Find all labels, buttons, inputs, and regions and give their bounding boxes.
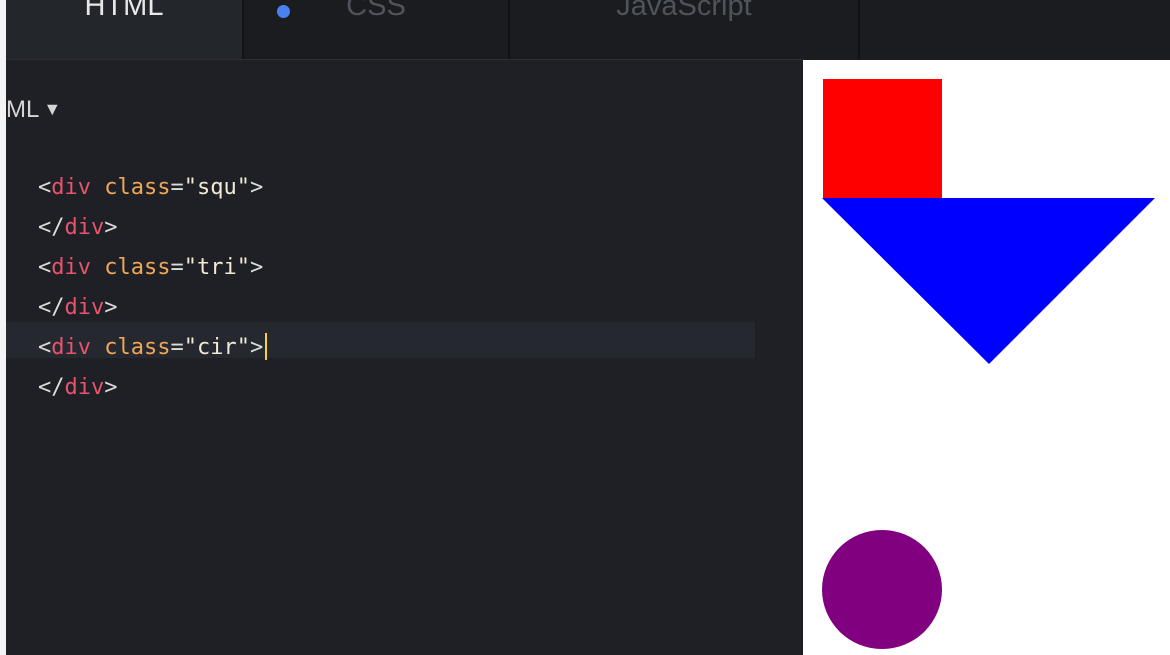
code-punctuation: > [249, 175, 264, 200]
code-line[interactable]: </div> [38, 288, 267, 328]
code-attribute-name: class [104, 255, 171, 280]
preview-circle [822, 530, 942, 649]
panel-title: ML [6, 96, 40, 123]
text-cursor [265, 333, 268, 360]
code-punctuation: > [249, 255, 264, 280]
code-line[interactable]: </div> [38, 208, 267, 248]
code-tag-name: div [51, 255, 91, 280]
code-line[interactable]: </div> [38, 368, 267, 408]
code-punctuation: < [38, 175, 52, 200]
code-tag-name: div [51, 175, 91, 200]
code-punctuation: > [104, 295, 118, 320]
preview-triangle [822, 198, 1155, 364]
code-equals: = [170, 175, 184, 200]
preview-square [823, 79, 942, 198]
code-attribute-value: "tri" [183, 255, 250, 280]
code-tag-name: div [64, 375, 105, 400]
code-punctuation: < [38, 255, 52, 280]
code-punctuation: </ [38, 215, 65, 240]
tab-bar: HTML CSS JavaScript [6, 0, 1170, 60]
code-punctuation: </ [38, 375, 65, 400]
render-preview [803, 60, 1170, 655]
code-punctuation: > [104, 215, 118, 240]
code-equals: = [170, 255, 184, 280]
tab-css[interactable]: CSS [244, 0, 510, 59]
code-attribute-value: "squ" [183, 175, 250, 200]
code-line[interactable]: <div class="squ"> [38, 168, 267, 208]
code-punctuation: > [104, 375, 118, 400]
tab-html-label: HTML [84, 0, 164, 22]
code-punctuation: </ [38, 295, 65, 320]
code-punctuation: > [249, 335, 264, 360]
code-editor-app: HTML CSS JavaScript ML ▼ <div class="squ"… [0, 0, 1170, 655]
tab-html[interactable]: HTML [6, 0, 244, 59]
code-line[interactable]: <div class="cir"> [38, 328, 268, 368]
code-line[interactable]: <div class="tri"> [38, 248, 267, 288]
panel-header[interactable]: ML ▼ [6, 94, 61, 124]
code-lines[interactable]: <div class="squ"> </div> <div class="tri">… [38, 168, 268, 408]
code-punctuation: < [38, 335, 52, 360]
tab-css-label: CSS [346, 0, 406, 22]
code-attribute-name: class [104, 335, 171, 360]
code-attribute-name: class [104, 175, 171, 200]
tab-javascript[interactable]: JavaScript [510, 0, 860, 59]
code-tag-name: div [51, 335, 91, 360]
caret-down-icon[interactable]: ▼ [43, 94, 61, 124]
code-tag-name: div [64, 215, 105, 240]
code-equals: = [170, 335, 184, 360]
html-editor-pane[interactable]: ML ▼ <div class="squ"> </div> <div class="t… [6, 60, 803, 655]
tab-javascript-label: JavaScript [616, 0, 752, 22]
code-tag-name: div [64, 295, 105, 320]
tab-bar-empty-area [860, 0, 1170, 59]
preview-triangle-shape [822, 198, 1155, 364]
code-attribute-value: "cir" [183, 335, 250, 360]
